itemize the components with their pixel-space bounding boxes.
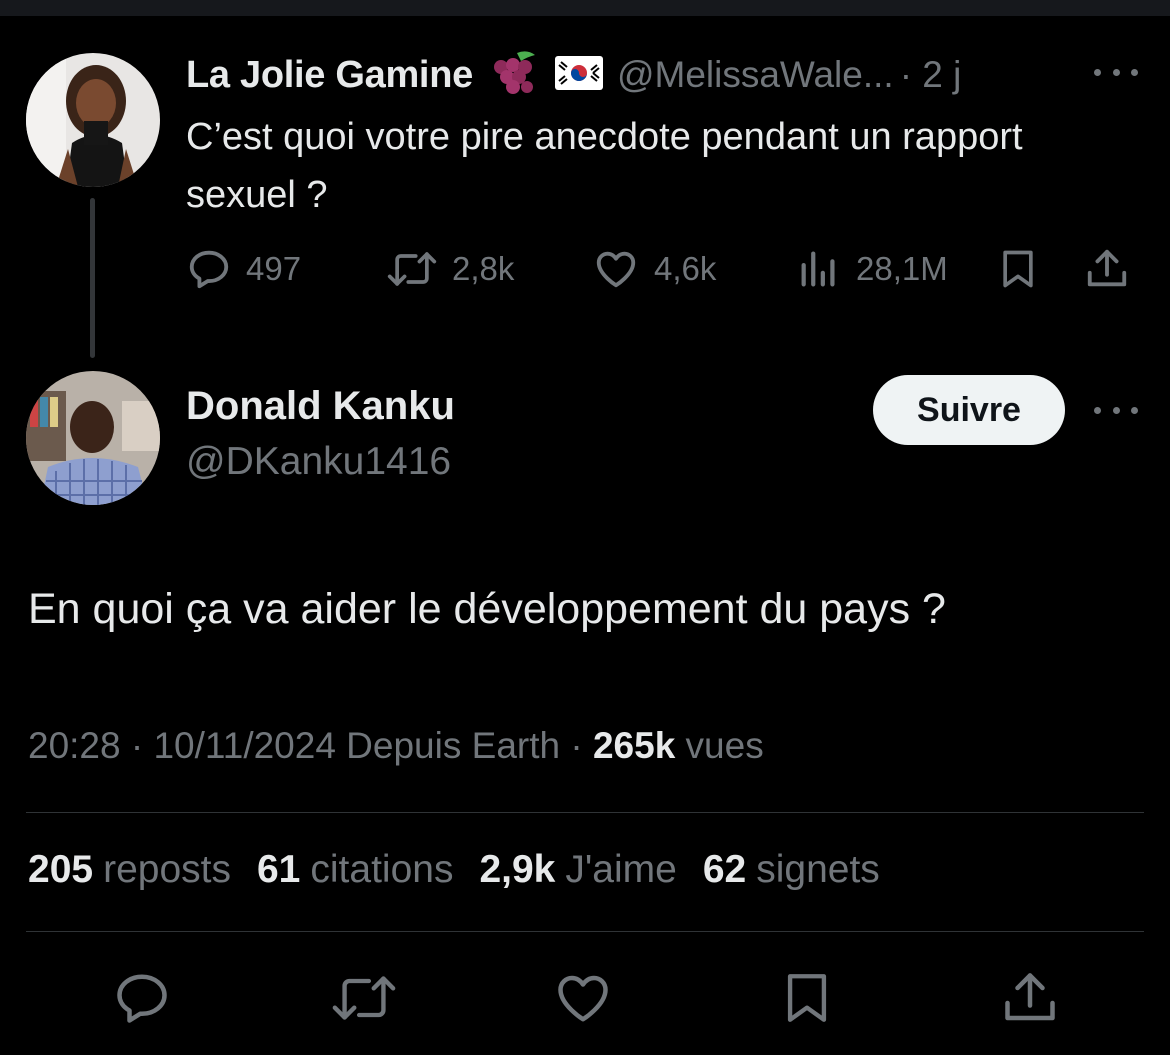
like-button[interactable]: 4,6k bbox=[592, 244, 716, 294]
bookmark-icon bbox=[787, 974, 827, 1022]
bottom-action-bar bbox=[0, 960, 1170, 1040]
tweet-meta: 20:28 · 10/11/2024 Depuis Earth · 265k v… bbox=[28, 725, 764, 767]
repost-icon bbox=[332, 976, 396, 1020]
avatar[interactable] bbox=[26, 371, 160, 505]
views-count: 28,1M bbox=[856, 250, 948, 287]
avatar[interactable] bbox=[26, 53, 160, 187]
engagement-stats: 205 reposts 61 citations 2,9k J'aime 62 sign… bbox=[28, 848, 880, 892]
parent-action-bar: 497 2,8k 4,6k 28,1M bbox=[186, 244, 1146, 294]
bookmark-icon bbox=[1003, 250, 1033, 288]
reply-tweet-text: En quoi ça va aider le développement du … bbox=[28, 585, 946, 633]
views-icon bbox=[801, 251, 835, 287]
views-button[interactable]: 28,1M bbox=[796, 244, 948, 294]
stat-quotes[interactable]: 61 citations bbox=[257, 848, 453, 892]
thread-line bbox=[90, 198, 95, 358]
share-icon bbox=[1087, 249, 1127, 287]
tweet-timestamp-source[interactable]: 20:28 · 10/11/2024 Depuis Earth · bbox=[28, 725, 593, 766]
share-button[interactable] bbox=[1000, 968, 1060, 1033]
views-label: vues bbox=[675, 725, 764, 766]
stat-likes[interactable]: 2,9k J'aime bbox=[479, 848, 676, 892]
share-button[interactable] bbox=[1084, 244, 1144, 294]
top-bar bbox=[0, 0, 1170, 16]
parent-timestamp[interactable]: · 2 j bbox=[900, 54, 962, 96]
more-options-icon[interactable] bbox=[1094, 400, 1138, 420]
like-icon bbox=[596, 251, 636, 288]
grapes-emoji-icon bbox=[487, 49, 541, 102]
views-count: 265k bbox=[592, 725, 676, 766]
parent-tweet-text: C’est quoi votre pire anecdote pendant u… bbox=[186, 116, 1023, 216]
like-icon bbox=[558, 975, 608, 1022]
reply-display-name[interactable]: Donald Kanku bbox=[186, 384, 455, 429]
reply-button[interactable] bbox=[112, 968, 172, 1033]
more-options-icon[interactable] bbox=[1094, 62, 1138, 82]
divider bbox=[26, 931, 1144, 932]
repost-icon bbox=[387, 252, 437, 286]
divider bbox=[26, 812, 1144, 813]
stat-reposts[interactable]: 205 reposts bbox=[28, 848, 231, 892]
share-icon bbox=[1005, 973, 1055, 1021]
reply-handle[interactable]: @DKanku1416 bbox=[186, 440, 451, 484]
repost-count: 2,8k bbox=[452, 250, 515, 287]
south-korea-flag-icon bbox=[554, 55, 603, 95]
repost-button[interactable]: 2,8k bbox=[386, 244, 514, 294]
bookmark-button[interactable] bbox=[778, 968, 836, 1033]
parent-display-name[interactable]: La Jolie Gamine bbox=[186, 54, 473, 97]
reply-icon bbox=[117, 974, 167, 1023]
parent-header: La Jolie Gamine @MelissaWale... · 2 j bbox=[186, 50, 961, 100]
like-button[interactable] bbox=[552, 968, 614, 1033]
reply-button[interactable]: 497 bbox=[186, 244, 301, 294]
reply-count: 497 bbox=[246, 250, 302, 287]
like-count: 4,6k bbox=[654, 250, 717, 287]
repost-button[interactable] bbox=[330, 968, 398, 1033]
stat-bookmarks[interactable]: 62 signets bbox=[703, 848, 880, 892]
bookmark-button[interactable] bbox=[996, 244, 1054, 294]
reply-icon bbox=[189, 250, 229, 289]
follow-button[interactable]: Suivre bbox=[873, 375, 1065, 445]
parent-handle[interactable]: @MelissaWale... bbox=[617, 54, 894, 96]
